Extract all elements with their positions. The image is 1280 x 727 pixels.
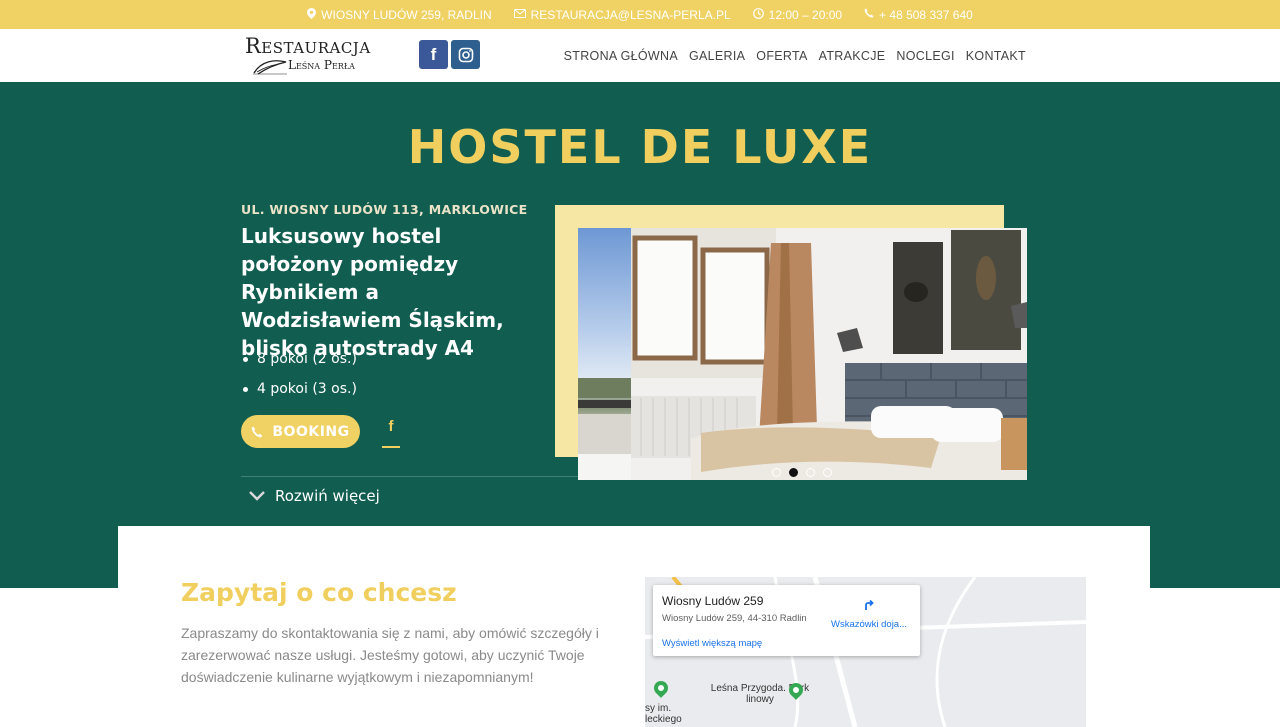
facebook-button[interactable]: f — [419, 40, 448, 69]
room-list: 8 pokoi (2 os.) 4 pokoi (3 os.) — [243, 344, 357, 404]
expand-more-label: Rozwiń więcej — [275, 487, 380, 505]
topbar-address: WIOSNY LUDÓW 259, RADLIN — [307, 7, 492, 22]
phone-icon — [251, 426, 263, 437]
site-header: Restauracja Leśna Perła f STRONA GŁÓWNA … — [0, 29, 1280, 82]
slider-dot[interactable] — [823, 468, 832, 477]
directions-button[interactable]: Wskazówki doja... — [829, 597, 909, 630]
room-list-item: 4 pokoi (3 os.) — [243, 374, 357, 404]
larger-map-link[interactable]: Wyświetl większą mapę — [662, 638, 762, 649]
nav-item-home[interactable]: STRONA GŁÓWNA — [564, 49, 678, 63]
map-poi-label-partial[interactable]: sy im. leckiego — [645, 703, 682, 725]
top-info-bar: WIOSNY LUDÓW 259, RADLIN RESTAURACJA@LES… — [0, 0, 1280, 29]
gallery-previous-slide[interactable] — [578, 228, 632, 480]
embedded-map[interactable]: Wiosny Ludów 259 Wiosny Ludów 259, 44-31… — [645, 577, 1086, 727]
slider-dot[interactable] — [772, 468, 781, 477]
topbar-phone[interactable]: + 48 508 337 640 — [864, 8, 973, 22]
nav-item-accommodation[interactable]: NOCLEGI — [896, 49, 954, 63]
slider-dot[interactable] — [806, 468, 815, 477]
location-pin-icon — [307, 7, 317, 22]
nav-item-offer[interactable]: OFERTA — [756, 49, 807, 63]
hero-section: HOSTEL DE LUXE UL. WIOSNY LUDÓW 113, MAR… — [0, 82, 1280, 588]
directions-label: Wskazówki doja... — [830, 619, 908, 630]
booking-label: BOOKING — [272, 423, 350, 440]
contact-title: Zapytaj o co chcesz — [181, 578, 457, 607]
instagram-icon — [458, 47, 473, 62]
main-nav: STRONA GŁÓWNA GALERIA OFERTA ATRAKCJE NO… — [564, 29, 1026, 82]
instagram-button[interactable] — [451, 40, 480, 69]
hostel-facebook-link[interactable]: f — [382, 418, 400, 448]
chevron-down-icon — [249, 491, 265, 501]
nav-item-gallery[interactable]: GALERIA — [689, 49, 745, 63]
exterior-photo — [578, 378, 632, 480]
directions-icon — [829, 597, 909, 617]
facebook-icon: f — [430, 44, 437, 64]
expand-more-toggle[interactable]: Rozwiń więcej — [248, 487, 380, 505]
clock-icon — [752, 7, 764, 22]
hostel-description: Luksusowy hostel położony pomiędzy Rybni… — [241, 224, 504, 360]
slider-dot-active[interactable] — [789, 468, 798, 477]
gallery-current-slide[interactable] — [631, 228, 1027, 480]
topbar-email[interactable]: RESTAURACJA@LESNA-PERLA.PL — [513, 7, 731, 22]
divider — [241, 476, 578, 477]
map-place-name: Wiosny Ludów 259 — [662, 594, 764, 608]
logo-line2: Leśna Perła — [288, 58, 355, 72]
hostel-address: UL. WIOSNY LUDÓW 113, MARKLOWICE — [241, 202, 528, 217]
topbar-hours: 12:00 – 20:00 — [752, 7, 843, 22]
topbar-email-text: RESTAURACJA@LESNA-PERLA.PL — [530, 7, 731, 22]
map-place-card: Wiosny Ludów 259 Wiosny Ludów 259, 44-31… — [653, 585, 920, 656]
site-logo[interactable]: Restauracja Leśna Perła — [245, 35, 385, 77]
contact-text: Zapraszamy do skontaktowania się z nami,… — [181, 625, 599, 685]
logo-line1: Restauracja — [245, 34, 371, 58]
envelope-icon — [513, 8, 526, 21]
phone-icon — [864, 8, 874, 21]
topbar-hours-text: 12:00 – 20:00 — [768, 7, 843, 22]
topbar-address-text: WIOSNY LUDÓW 259, RADLIN — [321, 7, 492, 22]
facebook-icon: f — [388, 418, 394, 435]
leaf-logo-icon — [253, 60, 287, 75]
nav-item-contact[interactable]: KONTAKT — [966, 49, 1026, 63]
map-place-address: Wiosny Ludów 259, 44-310 Radlin — [662, 613, 807, 624]
booking-button[interactable]: BOOKING — [241, 415, 360, 448]
topbar-phone-text: + 48 508 337 640 — [879, 7, 973, 22]
room-list-item: 8 pokoi (2 os.) — [243, 344, 357, 374]
nav-item-attractions[interactable]: ATRAKCJE — [819, 49, 886, 63]
bedroom-photo — [631, 228, 1027, 480]
page-title: HOSTEL DE LUXE — [407, 120, 873, 174]
slider-dots — [772, 468, 832, 477]
